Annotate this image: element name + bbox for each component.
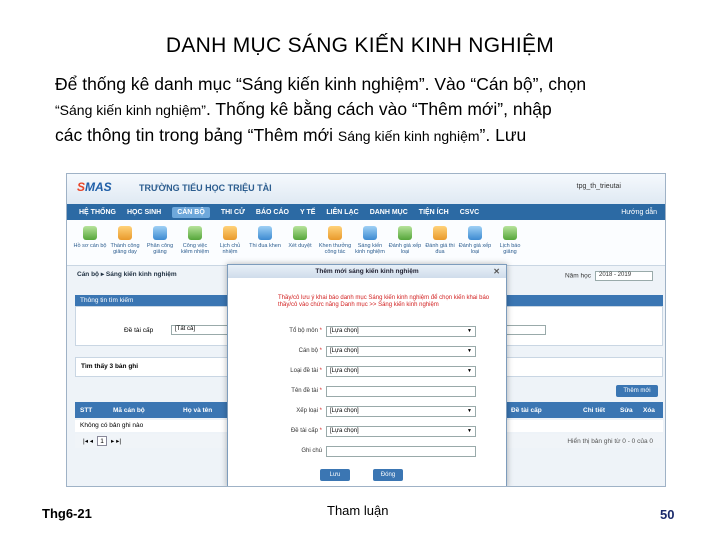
tool-item[interactable]: Phân công giảng	[143, 224, 177, 261]
filter-label: Đề tài cấp	[124, 327, 154, 334]
col-delete: Xóa	[643, 406, 655, 414]
col-level: Đề tài cấp	[511, 406, 542, 414]
save-button[interactable]: Lưu	[320, 469, 350, 481]
chevron-down-icon: ▼	[467, 328, 472, 334]
dialog-title: Thêm mới sáng kiến kinh nghiệm ✕	[228, 265, 506, 278]
topic-name-input[interactable]	[326, 386, 476, 397]
calendar-icon	[503, 226, 517, 240]
field-topic-name: Tên đề tài *	[228, 385, 508, 399]
chevron-down-icon: ▼	[467, 428, 472, 434]
school-name: TRƯỜNG TIỂU HỌC TRIỆU TÀI	[139, 183, 272, 193]
tool-item[interactable]: Hồ sơ cán bộ	[73, 224, 107, 261]
footer-label: Tham luận	[327, 503, 389, 518]
field-staff: Cán bộ * [Lựa chọn] ▼	[228, 345, 508, 359]
tool-item[interactable]: Sáng kiến kinh nghiệm	[353, 224, 387, 261]
col-staff-code: Mã cán bộ	[113, 406, 145, 414]
page-number[interactable]: 1	[97, 436, 108, 446]
emulation-icon	[433, 226, 447, 240]
nav-health[interactable]: Y TẾ	[300, 209, 315, 216]
col-edit: Sửa	[620, 406, 633, 414]
nav-contact[interactable]: LIÊN LẠC	[326, 209, 358, 216]
chevron-down-icon: ▼	[467, 408, 472, 414]
chevron-down-icon: ▼	[467, 368, 472, 374]
staff-select[interactable]: [Lựa chọn] ▼	[326, 346, 476, 357]
review-icon	[293, 226, 307, 240]
slide: DANH MỤC SÁNG KIẾN KINH NGHIỆM Để thống …	[0, 0, 720, 540]
nav-help[interactable]: Hướng dẫn	[621, 209, 657, 216]
tool-item[interactable]: Đánh giá thi đua	[423, 224, 457, 261]
close-button[interactable]: Đóng	[373, 469, 403, 481]
col-full-name: Họ và tên	[183, 406, 213, 414]
para-line-2b: . Thống kê bằng cách vào “Thêm mới”, nhậ…	[205, 99, 552, 119]
close-icon[interactable]: ✕	[493, 265, 500, 278]
main-nav: HỆ THỐNG HỌC SINH CÁN BỘ THI CỬ BÁO CÁO …	[67, 204, 665, 220]
rank-select[interactable]: [Lựa chọn] ▼	[326, 406, 476, 417]
tool-item[interactable]: Công việc kiêm nhiệm	[178, 224, 212, 261]
nav-reports[interactable]: BÁO CÁO	[256, 209, 289, 216]
subject-group-select[interactable]: [Lựa chọn] ▼	[326, 326, 476, 337]
homeroom-icon	[223, 226, 237, 240]
topic-type-select[interactable]: [Lựa chọn] ▼	[326, 366, 476, 377]
note-input[interactable]	[326, 446, 476, 457]
teaching-icon	[118, 226, 132, 240]
user-name[interactable]: tpg_th_trieutai	[577, 183, 621, 190]
instruction-paragraph: Để thống kê danh mục “Sáng kiến kinh ngh…	[55, 72, 667, 149]
tool-item[interactable]: Xét duyệt	[283, 224, 317, 261]
field-topic-type: Loại đề tài * [Lựa chọn] ▼	[228, 365, 508, 379]
page-number: 50	[660, 507, 675, 522]
tool-item[interactable]: Đánh giá xếp loại	[388, 224, 422, 261]
app-header: SMAS TRƯỜNG TIỂU HỌC TRIỆU TÀI tpg_th_tr…	[67, 174, 665, 204]
filter-select[interactable]: [Tất cả]	[171, 325, 231, 335]
col-detail: Chi tiết	[583, 406, 606, 414]
para-line-3b: Sáng kiến kinh nghiệm	[337, 128, 480, 144]
footer-date: Thg6-21	[42, 506, 92, 521]
field-note: Ghi chú	[228, 445, 508, 459]
nav-exams[interactable]: THI CỬ	[221, 209, 245, 216]
last-page-icon[interactable]: ▸ ▸|	[111, 437, 121, 445]
tool-item[interactable]: Lịch chủ nhiệm	[213, 224, 247, 261]
nav-catalog[interactable]: DANH MỤC	[370, 209, 408, 216]
assign-icon	[153, 226, 167, 240]
tool-item[interactable]: Thi đua khen	[248, 224, 282, 261]
dialog-warning: Thầy/cô lưu ý khai báo danh mục Sáng kiế…	[278, 295, 490, 308]
para-line-3a: các thông tin trong bảng “Thêm mới	[55, 125, 338, 145]
tool-item[interactable]: Đánh giá xếp loại	[458, 224, 492, 261]
field-level: Đề tài cấp * [Lựa chọn] ▼	[228, 425, 508, 439]
smas-logo: SMAS	[77, 180, 112, 194]
task-icon	[188, 226, 202, 240]
reward-icon	[328, 226, 342, 240]
nav-facilities[interactable]: CSVC	[460, 209, 479, 216]
tool-item[interactable]: Thành công giảng dạy	[108, 224, 142, 261]
slide-title: DANH MỤC SÁNG KIẾN KINH NGHIỆM	[165, 34, 555, 57]
profile-icon	[83, 226, 97, 240]
school-year-select[interactable]: 2018 - 2019	[595, 271, 653, 281]
award-icon	[258, 226, 272, 240]
level-select[interactable]: [Lựa chọn] ▼	[326, 426, 476, 437]
nav-students[interactable]: HỌC SINH	[127, 209, 161, 216]
nav-system[interactable]: HỆ THỐNG	[79, 209, 116, 216]
toolbar: Hồ sơ cán bộ Thành công giảng dạy Phân c…	[67, 220, 665, 266]
field-rank: Xếp loại * [Lựa chọn] ▼	[228, 405, 508, 419]
lightbulb-icon	[363, 226, 377, 240]
nav-staff[interactable]: CÁN BỘ	[172, 206, 210, 218]
col-stt: STT	[80, 406, 93, 414]
grade-icon	[468, 226, 482, 240]
para-line-1: Để thống kê danh mục “Sáng kiến kinh ngh…	[55, 74, 587, 94]
school-year: Năm học 2018 - 2019	[565, 271, 653, 281]
page-info: Hiển thị bản ghi từ 0 - 0 của 0	[567, 437, 653, 445]
first-page-icon[interactable]: |◂ ◂	[83, 437, 93, 445]
rating-icon	[398, 226, 412, 240]
chevron-down-icon: ▼	[467, 348, 472, 354]
app-screenshot: SMAS TRƯỜNG TIỂU HỌC TRIỆU TÀI tpg_th_tr…	[66, 173, 666, 487]
field-subject-group: Tổ bộ môn * [Lựa chọn] ▼	[228, 325, 508, 339]
nav-utilities[interactable]: TIỆN ÍCH	[419, 209, 449, 216]
tool-item[interactable]: Lịch báo giảng	[493, 224, 527, 261]
add-new-button[interactable]: Thêm mới	[616, 385, 658, 397]
tool-item[interactable]: Khen thưởng công tác	[318, 224, 352, 261]
para-line-3c: ”. Lưu	[479, 125, 527, 145]
add-dialog: Thêm mới sáng kiến kinh nghiệm ✕ Thầy/cô …	[227, 264, 508, 486]
para-line-2a: “Sáng kiến kinh nghiệm”	[55, 102, 206, 118]
